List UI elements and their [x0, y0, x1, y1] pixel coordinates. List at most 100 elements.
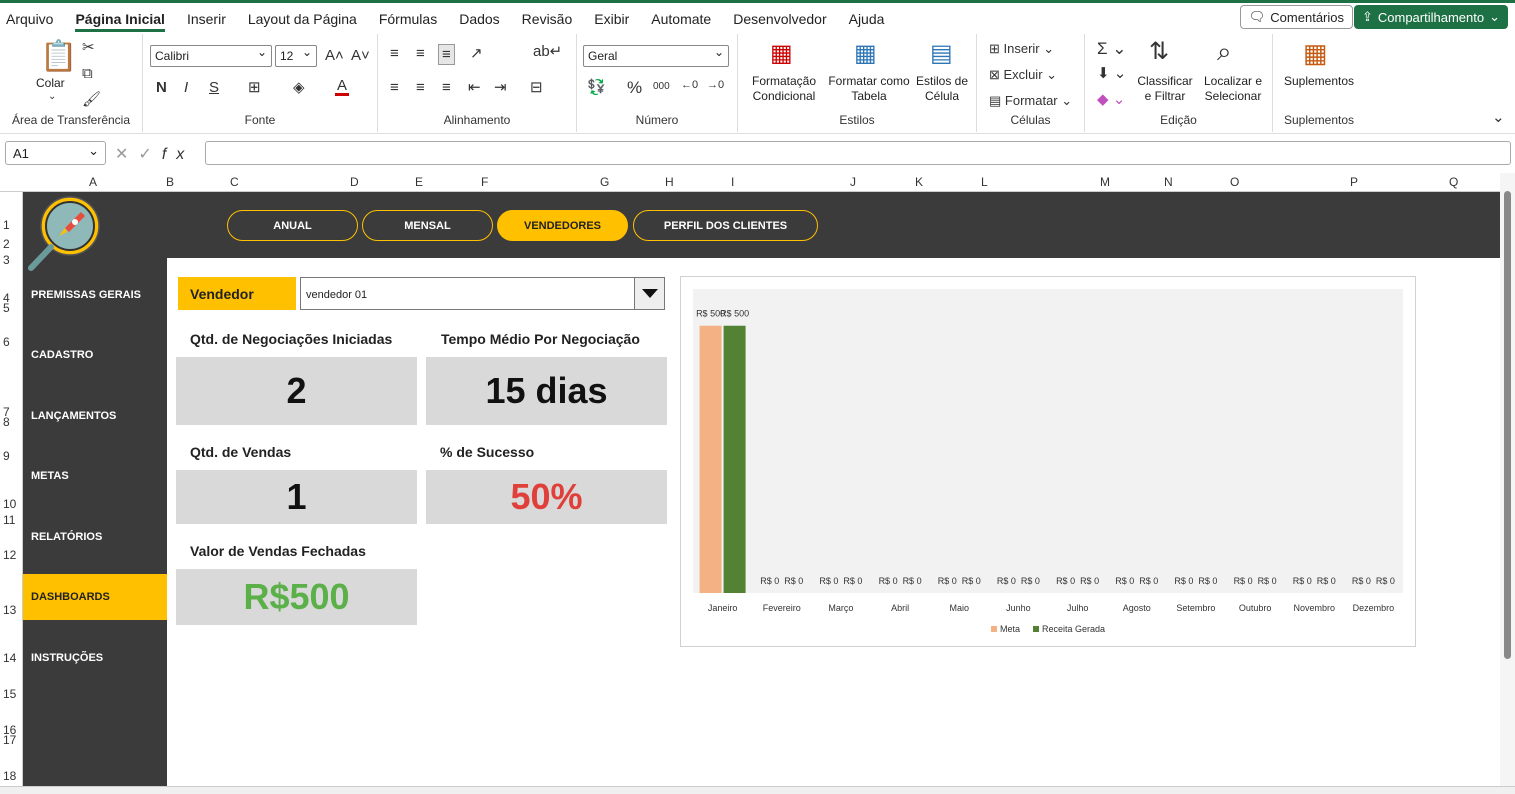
align-right-icon[interactable]: ≡	[442, 80, 451, 95]
row-header[interactable]: 2	[3, 237, 10, 251]
share-button[interactable]: ⇪ Compartilhamento ⌄	[1353, 5, 1508, 29]
format-table-button[interactable]: Formatar como Tabela	[826, 74, 912, 104]
menu-item-6[interactable]: Revisão	[511, 3, 584, 34]
decrease-indent-icon[interactable]: ⇤	[468, 80, 481, 95]
row-header[interactable]: 8	[3, 415, 10, 429]
copy-icon[interactable]: ⧉	[82, 66, 93, 81]
addins-button[interactable]: Suplementos	[1279, 74, 1359, 89]
row-header[interactable]: 14	[3, 651, 16, 665]
tab-1[interactable]: MENSAL	[362, 210, 493, 241]
formula-input[interactable]	[205, 141, 1511, 165]
column-header[interactable]: O	[1230, 175, 1239, 189]
tab-3[interactable]: PERFIL DOS CLIENTES	[633, 210, 818, 241]
scrollbar-thumb[interactable]	[1504, 191, 1511, 659]
collapse-ribbon-icon[interactable]: ⌄	[1492, 110, 1505, 125]
row-header[interactable]: 5	[3, 301, 10, 315]
chevron-down-icon[interactable]: ⌄	[48, 92, 56, 102]
menu-item-1[interactable]: Página Inicial	[64, 3, 175, 34]
font-name-select[interactable]: Calibri	[150, 45, 272, 67]
row-header[interactable]: 15	[3, 687, 16, 701]
conditional-format-button[interactable]: Formatação Condicional	[746, 74, 822, 104]
format-table-icon[interactable]: ▦	[854, 42, 877, 66]
paste-button[interactable]: Colar	[36, 76, 65, 91]
menu-item-2[interactable]: Inserir	[176, 3, 237, 34]
menu-item-4[interactable]: Fórmulas	[368, 3, 448, 34]
clear-icon[interactable]: ◆ ⌄	[1097, 92, 1125, 107]
menu-item-7[interactable]: Exibir	[583, 3, 640, 34]
align-left-icon[interactable]: ≡	[390, 80, 399, 95]
decrease-font-icon[interactable]: A˅	[351, 48, 370, 63]
fx-icon[interactable]: fx	[162, 146, 194, 163]
column-header[interactable]: Q	[1449, 175, 1458, 189]
fill-color-icon[interactable]: ◈	[293, 80, 305, 95]
borders-icon[interactable]: ⊞	[248, 80, 261, 95]
menu-item-10[interactable]: Ajuda	[838, 3, 896, 34]
autosum-icon[interactable]: Σ ⌄	[1097, 40, 1126, 57]
orientation-icon[interactable]: ↗	[470, 46, 483, 61]
column-header[interactable]: M	[1100, 175, 1110, 189]
column-header[interactable]: G	[600, 175, 609, 189]
comments-button[interactable]: 🗨 Comentários	[1239, 5, 1353, 29]
align-bottom-icon[interactable]: ≡	[438, 44, 455, 65]
thousands-icon[interactable]: 000	[653, 82, 670, 92]
menu-item-0[interactable]: Arquivo	[0, 3, 64, 34]
find-select-icon[interactable]: ⌕	[1217, 38, 1232, 64]
column-header[interactable]: K	[915, 175, 923, 189]
merge-center-icon[interactable]: ⊟	[530, 80, 543, 95]
row-header[interactable]: 10	[3, 497, 16, 511]
format-cells-button[interactable]: ▤ Formatar ⌄	[989, 94, 1072, 107]
percent-icon[interactable]: %	[627, 79, 642, 96]
menu-item-5[interactable]: Dados	[448, 3, 510, 34]
paste-icon[interactable]: 📋	[40, 42, 77, 72]
cancel-icon[interactable]: ✕	[115, 146, 138, 163]
confirm-icon[interactable]: ✓	[138, 146, 161, 163]
fill-icon[interactable]: ⬇ ⌄	[1097, 66, 1126, 81]
align-top-icon[interactable]: ≡	[390, 46, 399, 61]
find-select-button[interactable]: Localizar e Selecionar	[1197, 74, 1269, 104]
seller-dropdown-arrow-icon[interactable]	[634, 278, 664, 309]
font-size-select[interactable]: 12	[275, 45, 317, 67]
insert-cells-button[interactable]: ⊞ Inserir ⌄	[989, 42, 1054, 55]
column-header[interactable]: D	[350, 175, 359, 189]
menu-item-9[interactable]: Desenvolvedor	[722, 3, 837, 34]
column-header[interactable]: F	[481, 175, 488, 189]
column-header[interactable]: B	[166, 175, 174, 189]
sidebar-item-4[interactable]: RELATÓRIOS	[23, 514, 167, 560]
sidebar-item-0[interactable]: PREMISSAS GERAIS	[23, 272, 167, 318]
column-header[interactable]: A	[89, 175, 97, 189]
tab-2[interactable]: VENDEDORES	[497, 210, 628, 241]
column-header[interactable]: C	[230, 175, 239, 189]
menu-item-3[interactable]: Layout da Página	[237, 3, 368, 34]
row-header[interactable]: 11	[3, 513, 15, 527]
italic-icon[interactable]: I	[184, 80, 188, 95]
column-header[interactable]: N	[1164, 175, 1173, 189]
wrap-text-icon[interactable]: ab↵	[533, 44, 562, 59]
column-header[interactable]: P	[1350, 175, 1358, 189]
row-header[interactable]: 18	[3, 769, 16, 783]
sort-filter-icon[interactable]: ⇅	[1149, 40, 1169, 64]
vertical-scrollbar[interactable]	[1500, 173, 1515, 786]
row-header[interactable]: 3	[3, 253, 10, 267]
bold-icon[interactable]: N	[156, 80, 167, 95]
row-header[interactable]: 17	[3, 733, 16, 747]
column-header[interactable]: L	[981, 175, 988, 189]
row-header[interactable]: 12	[3, 548, 16, 562]
name-box[interactable]: A1	[5, 141, 106, 165]
increase-font-icon[interactable]: A˄	[325, 48, 344, 63]
sort-filter-button[interactable]: Classificar e Filtrar	[1133, 74, 1197, 104]
monthly-chart[interactable]: R$ 500 R$ 500 Janeiro R$ 0 R$ 0 Fevereiro R$ 0…	[680, 276, 1416, 647]
increase-decimal-icon[interactable]: ←0	[681, 80, 698, 91]
menu-item-8[interactable]: Automate	[640, 3, 722, 34]
column-header[interactable]: E	[415, 175, 423, 189]
column-header[interactable]: J	[850, 175, 856, 189]
underline-icon[interactable]: S	[209, 80, 219, 95]
sidebar-item-2[interactable]: LANÇAMENTOS	[23, 393, 167, 439]
column-header[interactable]: H	[665, 175, 674, 189]
font-color-icon[interactable]: A	[335, 78, 350, 96]
cell-styles-icon[interactable]: ▤	[930, 42, 953, 66]
sidebar-item-6[interactable]: INSTRUÇÕES	[23, 635, 167, 681]
seller-select[interactable]: vendedor 01	[300, 277, 665, 310]
row-header[interactable]: 9	[3, 449, 10, 463]
sidebar-item-3[interactable]: METAS	[23, 453, 167, 499]
row-header[interactable]: 1	[3, 218, 10, 232]
